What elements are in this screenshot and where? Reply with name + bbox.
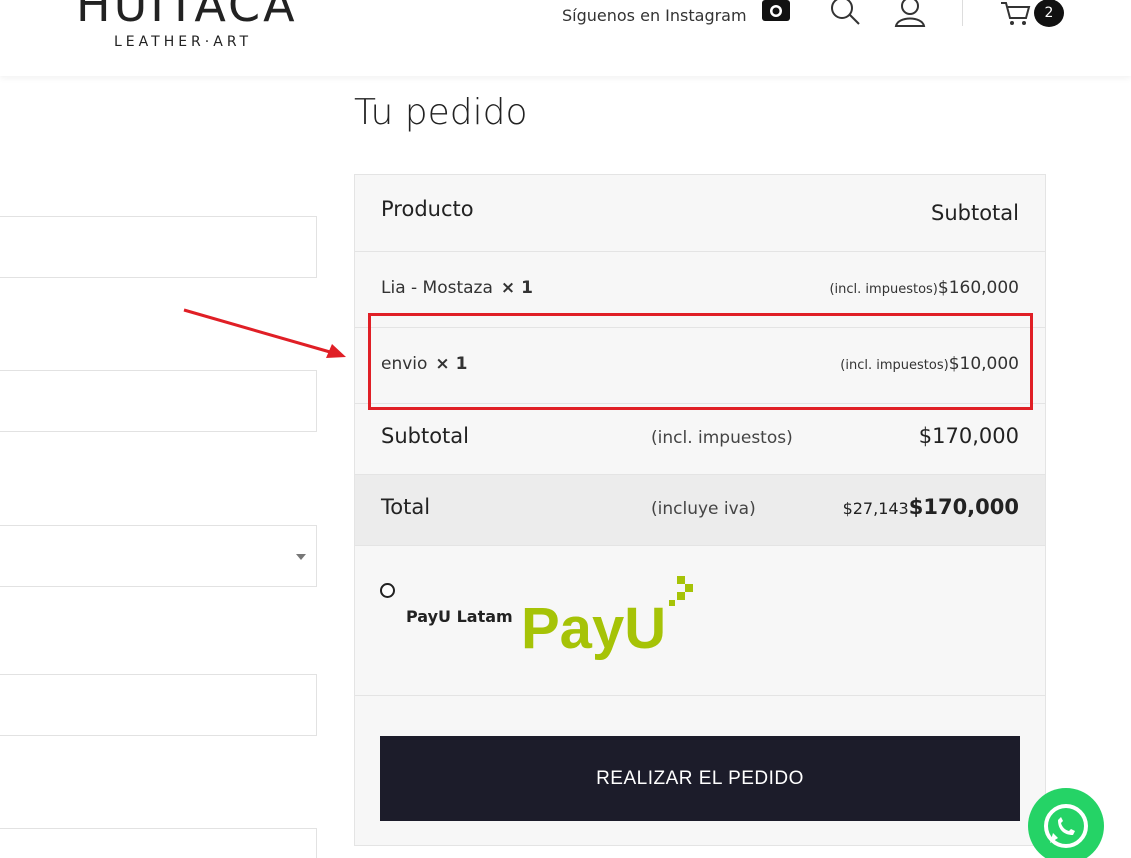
payu-logo: PayU	[521, 576, 693, 661]
search-icon[interactable]	[829, 0, 861, 26]
total-row: Total (incluye iva) $27,143$170,000	[355, 475, 1045, 546]
whatsapp-icon	[1044, 804, 1088, 848]
payment-radio[interactable]	[380, 583, 395, 598]
order-review: Producto Subtotal Lia - Mostaza × 1 (incl…	[354, 174, 1046, 846]
subtotal-note: (incl. impuestos)	[651, 428, 793, 448]
subtotal-label: Subtotal	[381, 424, 469, 448]
total-value: $27,143$170,000	[842, 495, 1019, 519]
tax-note: (incl. impuestos)	[829, 282, 938, 297]
subtotal-value: $170,000	[918, 424, 1019, 448]
chevron-down-icon	[296, 554, 306, 560]
payu-logo-text: PayU	[521, 596, 666, 661]
total-note: (incluye iva)	[651, 499, 756, 519]
instagram-link[interactable]: Síguenos en Instagram	[562, 6, 747, 25]
logo-wordmark: HUITACA	[76, 0, 298, 32]
order-title: Tu pedido	[354, 92, 528, 133]
camera-icon[interactable]	[761, 0, 791, 22]
billing-field[interactable]	[0, 674, 317, 736]
header-divider	[962, 0, 963, 26]
logo-tagline: LEATHER·ART	[114, 34, 253, 50]
product-quantity: × 1	[500, 278, 533, 298]
column-subtotal: Subtotal	[931, 201, 1019, 225]
subtotal-row: Subtotal (incl. impuestos) $170,000	[355, 404, 1045, 475]
country-select[interactable]	[0, 525, 317, 587]
user-icon[interactable]	[893, 0, 927, 28]
payment-methods: PayU Latam PayU	[355, 546, 1045, 696]
payment-method-label[interactable]: PayU Latam	[406, 607, 513, 626]
billing-field[interactable]	[0, 828, 317, 858]
billing-field[interactable]	[0, 216, 317, 278]
site-header: HUITACA LEATHER·ART Síguenos en Instagra…	[0, 0, 1131, 76]
place-order-button[interactable]: REALIZAR EL PEDIDO	[380, 736, 1020, 821]
cart-icon[interactable]	[1000, 0, 1032, 26]
tax-amount: $27,143	[842, 499, 909, 518]
billing-field[interactable]	[0, 370, 317, 432]
cart-count-badge[interactable]: 2	[1034, 0, 1064, 27]
site-logo[interactable]: HUITACA LEATHER·ART	[76, 0, 306, 50]
total-label: Total	[381, 495, 431, 519]
whatsapp-button[interactable]	[1028, 788, 1104, 858]
product-name: Lia - Mostaza × 1	[381, 278, 533, 298]
order-table-header: Producto Subtotal	[355, 175, 1045, 252]
arrow-icon	[183, 308, 346, 358]
highlight-box	[368, 313, 1033, 410]
product-price: (incl. impuestos)$160,000	[829, 278, 1019, 298]
column-product: Producto	[381, 197, 474, 221]
